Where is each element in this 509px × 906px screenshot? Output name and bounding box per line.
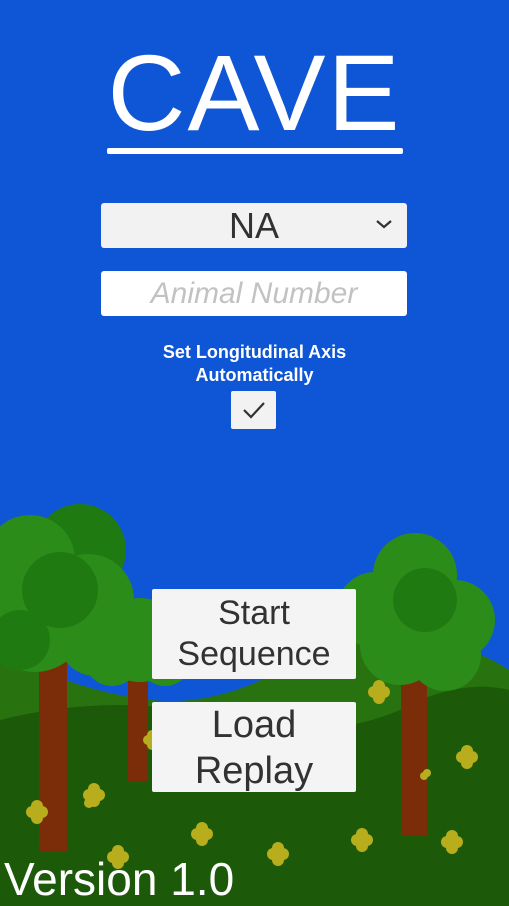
species-dropdown[interactable]: NA bbox=[101, 203, 407, 248]
start-button-line2: Sequence bbox=[177, 635, 331, 673]
longitudinal-axis-label-line2: Automatically bbox=[195, 365, 314, 385]
load-button-line2: Replay bbox=[194, 750, 314, 792]
load-replay-button[interactable]: Load Replay bbox=[152, 702, 356, 792]
chevron-down-icon bbox=[376, 220, 392, 229]
version-label: Version 1.0 bbox=[4, 853, 235, 905]
animal-number-input[interactable] bbox=[101, 271, 407, 316]
longitudinal-axis-label: Set Longitudinal Axis Automatically bbox=[0, 341, 509, 387]
longitudinal-axis-label-line1: Set Longitudinal Axis bbox=[162, 342, 347, 362]
dropdown-selected-value: NA bbox=[228, 205, 279, 246]
longitudinal-axis-checkbox[interactable] bbox=[231, 391, 276, 429]
title-underline bbox=[107, 148, 403, 154]
start-sequence-button[interactable]: Start Sequence bbox=[152, 589, 356, 679]
load-button-line1: Load bbox=[211, 704, 297, 746]
checkmark-icon bbox=[243, 402, 265, 419]
app-title: CAVE bbox=[107, 32, 402, 153]
start-button-line1: Start bbox=[218, 594, 290, 632]
